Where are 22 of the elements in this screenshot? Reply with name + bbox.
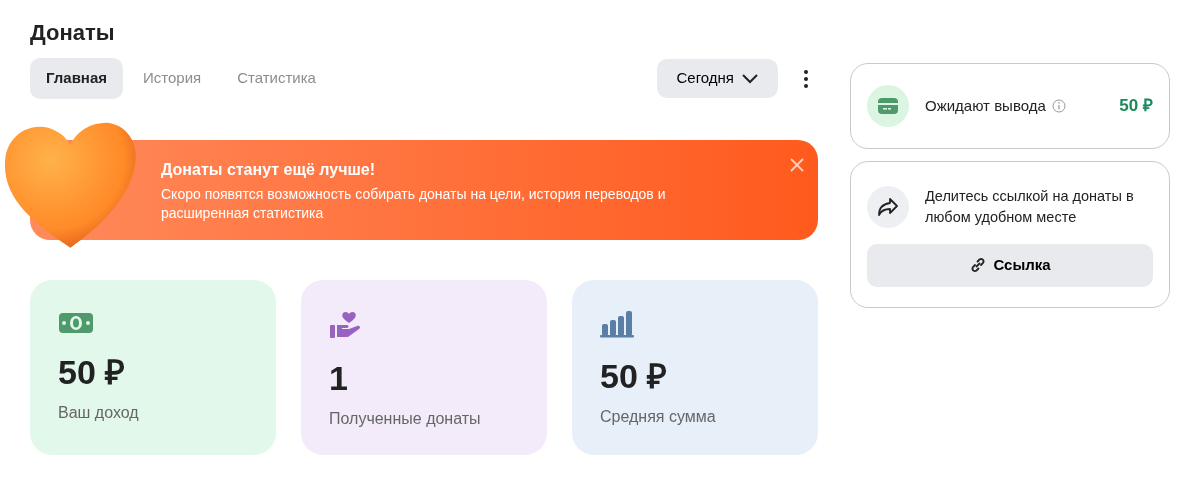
info-icon[interactable]: [1051, 99, 1066, 113]
stat-label: Ваш доход: [58, 402, 140, 423]
banner-title: Донаты станут ещё лучше!: [161, 159, 376, 180]
stat-label: Средняя сумма: [600, 406, 717, 427]
link-button[interactable]: Ссылка: [867, 244, 1153, 287]
card-icon: [867, 85, 909, 127]
share-icon: [867, 186, 909, 228]
bar-chart-icon: [600, 309, 634, 338]
share-text: Делитесь ссылкой на донаты в любом удобном месте: [925, 187, 1135, 227]
page-title: Донаты: [30, 20, 116, 47]
chevron-icon: [742, 73, 758, 84]
stat-value: 1: [329, 357, 349, 399]
hand-heart-icon: [329, 309, 361, 340]
stat-label: Полученные донаты: [329, 408, 482, 429]
pending-amount: 50 ₽: [1119, 95, 1153, 118]
stat-value: 50 ₽: [58, 351, 127, 393]
banner-text: Скоро появятся возможность собирать донаты на цели, история переводов и расширенная статистика: [161, 184, 667, 223]
pending-label: Ожидают вывода: [925, 95, 1046, 116]
tab[interactable]: Главная: [30, 58, 123, 99]
banknote-icon: [58, 311, 94, 334]
stat-value: 50 ₽: [600, 355, 669, 397]
period-dropdown[interactable]: Сегодня: [656, 59, 778, 98]
